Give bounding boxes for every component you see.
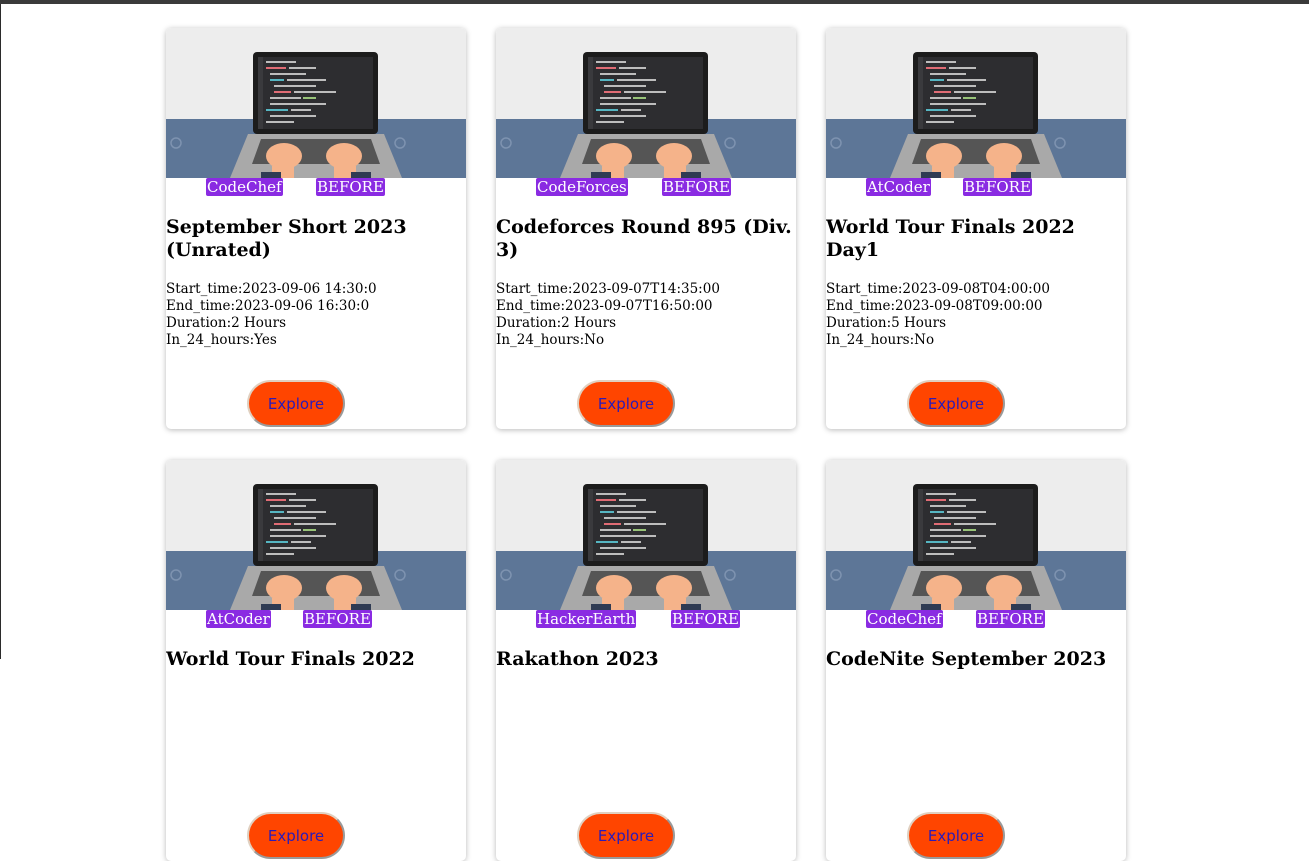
laptop-image bbox=[496, 28, 796, 178]
status-tag: BEFORE bbox=[316, 178, 385, 196]
window-top-border bbox=[0, 0, 1309, 4]
laptop-image bbox=[166, 460, 466, 610]
contest-grid: CodeChef BEFORE September Short 2023 (Un… bbox=[166, 28, 1126, 861]
contest-title: World Tour Finals 2022 bbox=[166, 648, 415, 670]
contest-info: Start_time:2023-09-08T04:00:00 End_time:… bbox=[826, 281, 1050, 349]
in-24-hours: In_24_hours:Yes bbox=[166, 332, 277, 348]
contest-title: Codeforces Round 895 (Div. 3) bbox=[496, 216, 792, 261]
explore-button[interactable]: Explore bbox=[577, 380, 675, 427]
window-left-border bbox=[0, 4, 1, 659]
explore-button[interactable]: Explore bbox=[907, 380, 1005, 427]
contest-title: CodeNite September 2023 bbox=[826, 648, 1107, 670]
laptop-image bbox=[166, 28, 466, 178]
platform-tag: AtCoder bbox=[866, 178, 931, 196]
explore-button[interactable]: Explore bbox=[247, 812, 345, 859]
duration: Duration:5 Hours bbox=[826, 315, 946, 331]
platform-tag: CodeChef bbox=[866, 610, 943, 628]
platform-tag: AtCoder bbox=[206, 610, 271, 628]
contest-title: World Tour Finals 2022 Day1 bbox=[826, 216, 1075, 261]
status-tag: BEFORE bbox=[671, 610, 740, 628]
explore-button[interactable]: Explore bbox=[247, 380, 345, 427]
laptop-image bbox=[496, 460, 796, 610]
platform-tag: HackerEarth bbox=[536, 610, 637, 628]
explore-button[interactable]: Explore bbox=[907, 812, 1005, 859]
contest-card: HackerEarth BEFORE Rakathon 2023 Explore bbox=[496, 460, 796, 861]
explore-button[interactable]: Explore bbox=[577, 812, 675, 859]
end-time: End_time:2023-09-08T09:00:00 bbox=[826, 298, 1043, 314]
status-tag: BEFORE bbox=[963, 178, 1032, 196]
contest-card: AtCoder BEFORE World Tour Finals 2022 Ex… bbox=[166, 460, 466, 861]
status-tag: BEFORE bbox=[662, 178, 731, 196]
contest-info: Start_time:2023-09-07T14:35:00 End_time:… bbox=[496, 281, 720, 349]
platform-tag: CodeForces bbox=[536, 178, 628, 196]
in-24-hours: In_24_hours:No bbox=[496, 332, 605, 348]
status-tag: BEFORE bbox=[303, 610, 372, 628]
end-time: End_time:2023-09-07T16:50:00 bbox=[496, 298, 713, 314]
start-time: Start_time:2023-09-08T04:00:00 bbox=[826, 281, 1050, 297]
start-time: Start_time:2023-09-07T14:35:00 bbox=[496, 281, 720, 297]
contest-card: CodeForces BEFORE Codeforces Round 895 (… bbox=[496, 28, 796, 429]
contest-card: AtCoder BEFORE World Tour Finals 2022 Da… bbox=[826, 28, 1126, 429]
in-24-hours: In_24_hours:No bbox=[826, 332, 935, 348]
duration: Duration:2 Hours bbox=[496, 315, 616, 331]
platform-tag: CodeChef bbox=[206, 178, 283, 196]
contest-title: Rakathon 2023 bbox=[496, 648, 659, 670]
end-time: End_time:2023-09-06 16:30:0 bbox=[166, 298, 370, 314]
contest-info: Start_time:2023-09-06 14:30:0 End_time:2… bbox=[166, 281, 377, 349]
status-tag: BEFORE bbox=[976, 610, 1045, 628]
contest-card: CodeChef BEFORE September Short 2023 (Un… bbox=[166, 28, 466, 429]
duration: Duration:2 Hours bbox=[166, 315, 286, 331]
laptop-image bbox=[826, 460, 1126, 610]
start-time: Start_time:2023-09-06 14:30:0 bbox=[166, 281, 377, 297]
contest-card: CodeChef BEFORE CodeNite September 2023 … bbox=[826, 460, 1126, 861]
laptop-image bbox=[826, 28, 1126, 178]
contest-title: September Short 2023 (Unrated) bbox=[166, 216, 407, 261]
